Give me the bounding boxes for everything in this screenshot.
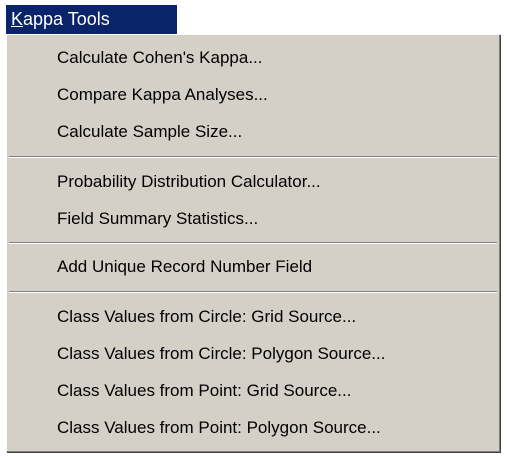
menu-item-probability-distribution-calculator[interactable]: Probability Distribution Calculator... bbox=[7, 164, 499, 200]
menu-item-add-unique-record-number-field[interactable]: Add Unique Record Number Field bbox=[7, 249, 499, 285]
menu-separator bbox=[9, 242, 497, 244]
kappa-tools-menu-title[interactable]: Kappa Tools bbox=[6, 5, 177, 34]
menu-item-calculate-sample-size[interactable]: Calculate Sample Size... bbox=[7, 114, 499, 150]
menu-item-field-summary-statistics[interactable]: Field Summary Statistics... bbox=[7, 201, 499, 237]
menu-separator bbox=[9, 291, 497, 293]
menu-title-label: appa Tools bbox=[23, 9, 110, 29]
menu-item-class-values-circle-polygon[interactable]: Class Values from Circle: Polygon Source… bbox=[7, 336, 499, 372]
menu-title-accelerator: K bbox=[11, 9, 24, 29]
menu-separator bbox=[9, 156, 497, 158]
menu-item-calculate-cohens-kappa[interactable]: Calculate Cohen's Kappa... bbox=[7, 40, 499, 76]
menu-item-class-values-point-grid[interactable]: Class Values from Point: Grid Source... bbox=[7, 373, 499, 409]
menu-item-class-values-point-polygon[interactable]: Class Values from Point: Polygon Source.… bbox=[7, 410, 499, 446]
kappa-tools-dropdown: Calculate Cohen's Kappa... Compare Kappa… bbox=[6, 34, 500, 452]
menu-item-class-values-circle-grid[interactable]: Class Values from Circle: Grid Source... bbox=[7, 299, 499, 335]
menu-item-compare-kappa-analyses[interactable]: Compare Kappa Analyses... bbox=[7, 77, 499, 113]
